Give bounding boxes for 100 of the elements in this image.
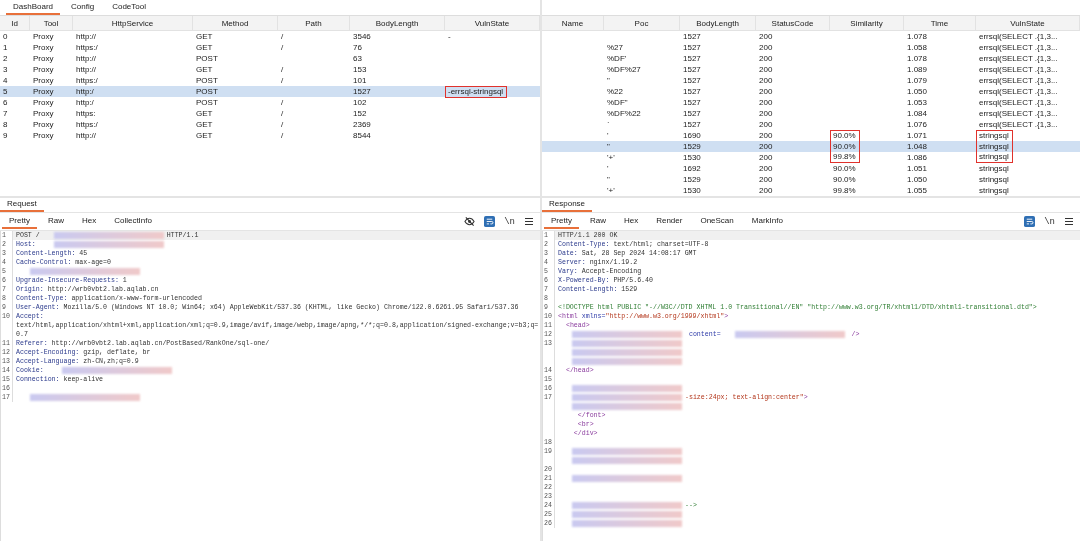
table-cell: -errsql-stringsql bbox=[448, 87, 504, 97]
table-cell: 152 bbox=[353, 108, 367, 119]
tab[interactable]: CollectInfo bbox=[107, 215, 159, 229]
text-wrap-icon[interactable] bbox=[1024, 216, 1036, 227]
column-header[interactable]: StatusCode bbox=[771, 18, 814, 28]
table-cell: 90.0% bbox=[833, 141, 856, 152]
table-row[interactable]: 7 Proxy https: GET / 152 bbox=[0, 108, 540, 119]
table-cell: 9 bbox=[3, 130, 8, 141]
table-cell: 2369 bbox=[353, 119, 371, 130]
table-cell: stringsql bbox=[979, 141, 1009, 152]
table-row[interactable]: 9 Proxy http:// GET / 8544 bbox=[0, 130, 540, 141]
table-row[interactable]: %DF' 1527 200 1.078 errsql(SELECT .{1,3... bbox=[542, 53, 1080, 64]
table-cell: Proxy bbox=[33, 87, 54, 97]
table-row[interactable]: ` 1527 200 1.076 errsql(SELECT .{1,3... bbox=[542, 119, 1080, 130]
table-cell: POST bbox=[196, 75, 218, 86]
table-cell: 1.079 bbox=[907, 75, 928, 86]
table-row[interactable]: '+' 1530 200 99.8% 1.055 stringsql bbox=[542, 185, 1080, 196]
newline-toggle[interactable]: \n bbox=[504, 216, 515, 227]
table-row[interactable]: %DF" 1527 200 1.053 errsql(SELECT .{1,3... bbox=[542, 97, 1080, 108]
column-header[interactable]: Id bbox=[11, 18, 18, 28]
table-cell: - bbox=[448, 31, 451, 42]
table-row[interactable]: %DF%22 1527 200 1.084 errsql(SELECT .{1,3... bbox=[542, 108, 1080, 119]
panel-title: Response bbox=[542, 199, 593, 212]
table-row[interactable]: 5 Proxy http:/ POST 1527 -errsql-stringsql bbox=[0, 86, 540, 97]
table-row[interactable]: 1 Proxy https:/ GET / 76 bbox=[0, 42, 540, 53]
table-row[interactable]: 2 Proxy http:// POST 63 bbox=[0, 53, 540, 64]
table-row[interactable]: ' 1692 200 90.0% 1.051 stringsql bbox=[542, 163, 1080, 174]
column-header[interactable]: VulnState bbox=[474, 18, 510, 28]
tab[interactable]: CodeTool bbox=[105, 1, 153, 15]
newline-toggle[interactable]: \n bbox=[1044, 216, 1055, 227]
table-row[interactable]: " 1527 200 1.079 errsql(SELECT .{1,3... bbox=[542, 75, 1080, 86]
table-row[interactable]: %27 1527 200 1.058 errsql(SELECT .{1,3... bbox=[542, 42, 1080, 53]
tab[interactable]: Pretty bbox=[544, 215, 579, 229]
table-cell: 200 bbox=[759, 75, 773, 86]
table-row[interactable]: 0 Proxy http:// GET / 3546 - bbox=[0, 31, 540, 42]
table-cell: 200 bbox=[759, 185, 773, 196]
table-cell: %27 bbox=[607, 42, 623, 53]
table-cell: errsql(SELECT .{1,3... bbox=[979, 31, 1058, 42]
table-row[interactable]: '+' 1530 200 99.8% 1.086 stringsql bbox=[542, 152, 1080, 163]
column-header[interactable]: Path bbox=[305, 18, 322, 28]
table-cell: stringsql bbox=[979, 174, 1009, 185]
table-cell: http:/ bbox=[76, 87, 94, 97]
table-cell: 1.089 bbox=[907, 64, 928, 75]
table-cell: https: bbox=[76, 108, 96, 119]
column-header[interactable]: Poc bbox=[634, 18, 649, 28]
table-cell: 1529 bbox=[683, 174, 701, 185]
table-cell: 1.055 bbox=[907, 185, 928, 196]
table-row[interactable]: " 1529 200 90.0% 1.050 stringsql bbox=[542, 174, 1080, 185]
tab[interactable]: Raw bbox=[40, 215, 71, 229]
tab[interactable]: OneScan bbox=[693, 215, 741, 229]
table-cell: 6 bbox=[3, 97, 8, 108]
table-row[interactable]: %22 1527 200 1.050 errsql(SELECT .{1,3... bbox=[542, 86, 1080, 97]
table-cell: 101 bbox=[353, 75, 367, 86]
table-cell: 7 bbox=[3, 108, 8, 119]
eye-slash-icon[interactable] bbox=[464, 216, 476, 227]
column-header[interactable]: Method bbox=[221, 18, 249, 28]
table-row[interactable]: 1527 200 1.078 errsql(SELECT .{1,3... bbox=[542, 31, 1080, 42]
table-cell: 1527 bbox=[683, 108, 701, 119]
column-header[interactable]: Tool bbox=[43, 18, 59, 28]
table-cell: stringsql bbox=[979, 152, 1009, 162]
text-wrap-icon[interactable] bbox=[484, 216, 496, 227]
table-cell: errsql(SELECT .{1,3... bbox=[979, 119, 1058, 130]
tab[interactable]: Config bbox=[64, 1, 102, 15]
tab[interactable]: Hex bbox=[616, 215, 646, 229]
table-cell: 200 bbox=[759, 141, 773, 152]
table-cell: 1529 bbox=[683, 141, 701, 152]
column-header[interactable]: HttpService bbox=[111, 18, 154, 28]
table-cell: 8 bbox=[3, 119, 8, 130]
column-header[interactable]: VulnState bbox=[1010, 18, 1045, 28]
table-row[interactable]: 3 Proxy http:// GET / 153 bbox=[0, 64, 540, 75]
column-header[interactable]: Name bbox=[561, 18, 584, 28]
tab[interactable]: Hex bbox=[74, 215, 104, 229]
tab[interactable]: Render bbox=[649, 215, 690, 229]
table-cell: errsql(SELECT .{1,3... bbox=[979, 108, 1058, 119]
table-cell: GET bbox=[196, 108, 213, 119]
column-header[interactable]: Similarity bbox=[850, 18, 883, 28]
table-row[interactable]: 4 Proxy https:/ POST / 101 bbox=[0, 75, 540, 86]
table-row[interactable]: 6 Proxy http:/ POST / 102 bbox=[0, 97, 540, 108]
column-header[interactable]: BodyLength bbox=[375, 18, 419, 28]
table-cell: 99.8% bbox=[833, 152, 856, 162]
table-cell: 1.048 bbox=[907, 141, 928, 152]
table-cell: 3546 bbox=[353, 31, 371, 42]
table-cell: Proxy bbox=[33, 130, 54, 141]
table-cell: %DF' bbox=[607, 53, 627, 64]
table-cell: http:// bbox=[76, 53, 96, 64]
menu-icon[interactable] bbox=[1064, 217, 1074, 226]
table-cell: Proxy bbox=[33, 64, 54, 75]
menu-icon[interactable] bbox=[524, 217, 534, 226]
tab[interactable]: Raw bbox=[582, 215, 613, 229]
tab[interactable]: Pretty bbox=[2, 215, 37, 229]
table-cell: 1690 bbox=[683, 130, 701, 141]
column-header[interactable]: BodyLength bbox=[696, 18, 739, 28]
table-row[interactable]: " 1529 200 90.0% 1.048 stringsql bbox=[542, 141, 1080, 152]
column-header[interactable]: Time bbox=[930, 18, 949, 28]
tab[interactable]: MarkInfo bbox=[744, 215, 790, 229]
table-row[interactable]: %DF%27 1527 200 1.089 errsql(SELECT .{1,3... bbox=[542, 64, 1080, 75]
table-row[interactable]: 8 Proxy https:/ GET / 2369 bbox=[0, 119, 540, 130]
table-cell: 200 bbox=[759, 152, 773, 163]
table-cell: 63 bbox=[353, 53, 362, 64]
table-cell: %DF%22 bbox=[607, 108, 641, 119]
